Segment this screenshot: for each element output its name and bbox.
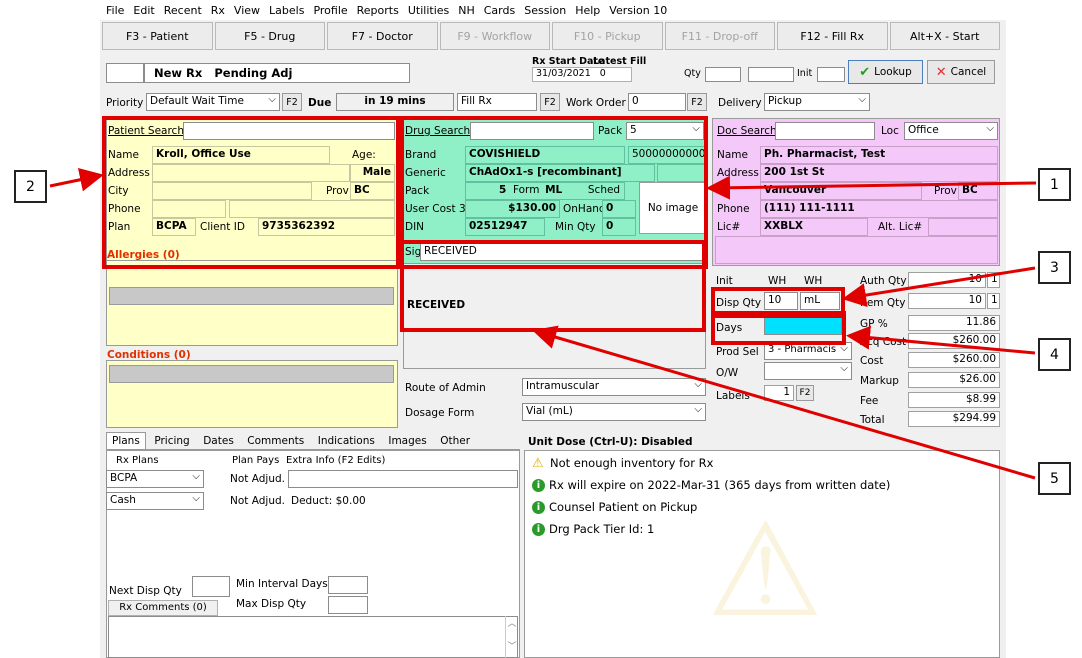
callout-4: 4 xyxy=(1038,338,1071,371)
arrow-5 xyxy=(532,325,1036,480)
callout-2: 2 xyxy=(14,170,47,203)
arrow-2 xyxy=(49,167,104,192)
arrow-3 xyxy=(842,266,1036,307)
arrow-4 xyxy=(846,325,1036,355)
arrow-1 xyxy=(706,175,1037,200)
annotation-arrows xyxy=(49,167,1037,480)
callout-1: 1 xyxy=(1038,168,1071,201)
callout-3: 3 xyxy=(1038,251,1071,284)
callout-5: 5 xyxy=(1038,462,1071,495)
